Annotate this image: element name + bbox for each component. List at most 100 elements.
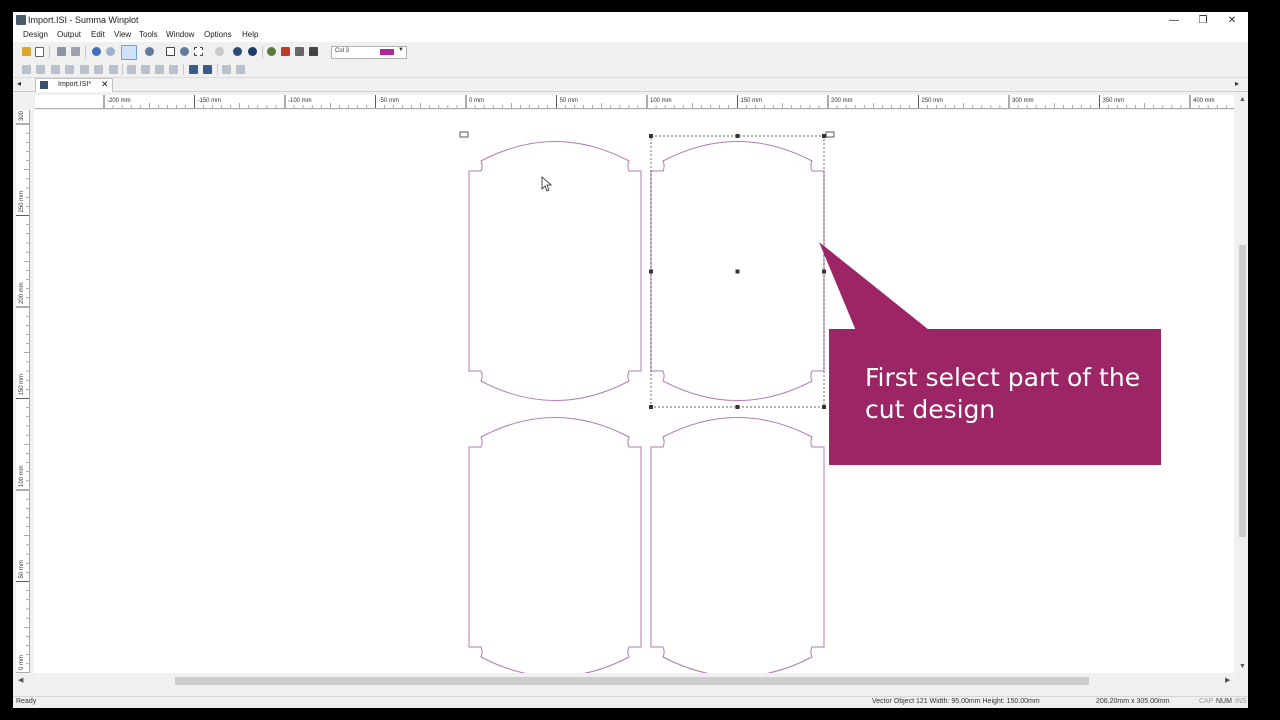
app-icon: [16, 15, 26, 25]
redo-icon[interactable]: [106, 47, 115, 56]
mirror-icon[interactable]: [189, 65, 198, 74]
tab-scroll-right-icon[interactable]: ▸: [1235, 79, 1239, 88]
select-arrow-icon[interactable]: [121, 45, 137, 60]
scroll-up-icon[interactable]: ▲: [1239, 96, 1246, 103]
group-icon[interactable]: [222, 65, 231, 74]
ruler-left-label: 150 mm: [19, 374, 25, 396]
maximize-button[interactable]: ❐: [1188, 12, 1218, 29]
mouse-cursor-icon: [541, 176, 553, 192]
title-bar: Import.ISI - Summa Winplot — ❐ ✕: [13, 12, 1248, 29]
horizontal-ruler: -200 mm -150 mm -100 mm -50 mm 0 mm 50 mm 100 …: [35, 95, 1234, 109]
menu-tools[interactable]: Tools: [139, 30, 158, 39]
tab-import-isi[interactable]: Import.ISI* ✕: [35, 78, 113, 92]
menu-design[interactable]: Design: [23, 30, 48, 39]
window-title: Import.ISI - Summa Winplot: [28, 15, 139, 25]
vertical-scrollbar[interactable]: ▲ ▼: [1236, 95, 1248, 673]
ruler-top-label: 100 mm: [650, 98, 672, 104]
document-icon: [40, 81, 48, 89]
tab-label: Import.ISI*: [58, 81, 92, 88]
toolbar-separator: [122, 64, 123, 75]
ruler-top-label: 350 mm: [1103, 98, 1125, 104]
ruler-top-label: -50 mm: [379, 98, 399, 104]
tab-close-icon[interactable]: ✕: [101, 79, 109, 90]
align-middle-icon[interactable]: [94, 65, 103, 74]
open-icon[interactable]: [22, 47, 31, 56]
zoom-fit-icon[interactable]: [194, 47, 203, 56]
selection-handle: [822, 134, 826, 138]
status-num: NUM: [1216, 698, 1232, 705]
zoom-out-icon[interactable]: [180, 47, 189, 56]
align-right-icon[interactable]: [36, 65, 45, 74]
horizontal-scrollbar[interactable]: ◀ ▶: [13, 674, 1236, 687]
same-height-icon[interactable]: [169, 65, 178, 74]
align-bottom-icon[interactable]: [65, 65, 74, 74]
scroll-left-icon[interactable]: ◀: [18, 676, 23, 684]
app-window: Import.ISI - Summa Winplot — ❐ ✕ Design …: [13, 12, 1248, 708]
pan-icon[interactable]: [215, 47, 224, 56]
menu-window[interactable]: Window: [166, 30, 194, 39]
ruler-top-label: 150 mm: [741, 98, 763, 104]
output-icon[interactable]: [309, 47, 318, 56]
refresh-icon[interactable]: [233, 47, 242, 56]
tab-scroll-left-icon[interactable]: ◂: [17, 79, 21, 88]
distribute-icon[interactable]: [109, 65, 118, 74]
space-vertical-icon[interactable]: [141, 65, 150, 74]
align-center-icon[interactable]: [80, 65, 89, 74]
undo-icon[interactable]: [92, 47, 101, 56]
cut-outline-shape: [468, 417, 642, 673]
ruler-top-label: 200 mm: [831, 98, 853, 104]
ruler-top-label: 50 mm: [560, 98, 578, 104]
space-horizontal-icon[interactable]: [127, 65, 136, 74]
zoom-box-icon[interactable]: [166, 47, 175, 56]
same-width-icon[interactable]: [155, 65, 164, 74]
menu-bar: Design Output Edit View Tools Window Opt…: [13, 29, 1248, 42]
copy-icon[interactable]: [57, 47, 66, 56]
bounding-handle: [459, 131, 469, 138]
ruler-left-label: 300 mm: [19, 110, 25, 121]
status-bar: Ready Vector Object 121 Width: 95.00mm H…: [13, 696, 1248, 708]
rotate-icon[interactable]: [248, 47, 257, 56]
toolbar-separator: [183, 64, 184, 75]
selection-handle: [735, 269, 740, 274]
selection-handle: [649, 405, 653, 409]
ruler-left-label: 100 mm: [19, 465, 25, 487]
color-label: Col 3: [335, 48, 350, 54]
toolbar-separator: [49, 46, 50, 58]
paste-icon[interactable]: [71, 47, 80, 56]
flip-icon[interactable]: [203, 65, 212, 74]
align-left-icon[interactable]: [22, 65, 31, 74]
horizontal-scroll-thumb[interactable]: [175, 677, 1089, 685]
minimize-button[interactable]: —: [1159, 12, 1189, 29]
ruler-top-label: 400 mm: [1193, 98, 1215, 104]
ruler-top-label: 250 mm: [922, 98, 944, 104]
menu-options[interactable]: Options: [204, 30, 232, 39]
ruler-top-label: 0 mm: [469, 98, 484, 104]
selection-handle: [649, 269, 653, 274]
chevron-down-icon[interactable]: ▼: [398, 47, 404, 53]
menu-view[interactable]: View: [114, 30, 131, 39]
scroll-down-icon[interactable]: ▼: [1239, 663, 1246, 670]
barcode-icon[interactable]: [295, 47, 304, 56]
align-top-icon[interactable]: [51, 65, 60, 74]
close-button[interactable]: ✕: [1217, 12, 1247, 29]
menu-output[interactable]: Output: [57, 30, 81, 39]
arrange-toolbar: [13, 62, 1248, 78]
zoom-icon[interactable]: [145, 47, 154, 56]
vertical-scroll-thumb[interactable]: [1239, 245, 1246, 537]
cut-icon[interactable]: [281, 47, 290, 56]
ungroup-icon[interactable]: [236, 65, 245, 74]
cut-preview-icon[interactable]: [267, 47, 276, 56]
toolbar-separator: [85, 46, 86, 58]
new-icon[interactable]: [35, 47, 44, 57]
vertical-ruler-ticks: 300 mm 250 mm 200 mm 150 mm 100 mm 50 mm 0 mm: [16, 110, 29, 673]
menu-help[interactable]: Help: [242, 30, 258, 39]
color-swatch: [380, 49, 394, 55]
menu-edit[interactable]: Edit: [91, 30, 105, 39]
selection-handle: [735, 405, 740, 409]
ruler-left-label: 50 mm: [19, 560, 25, 578]
color-selector[interactable]: Col 3 ▼: [331, 46, 407, 59]
callout-text: First select part of the cut design: [865, 363, 1141, 424]
status-ins: INS: [1235, 698, 1247, 705]
ruler-top-label: 300 mm: [1012, 98, 1034, 104]
scroll-right-icon[interactable]: ▶: [1225, 676, 1230, 684]
